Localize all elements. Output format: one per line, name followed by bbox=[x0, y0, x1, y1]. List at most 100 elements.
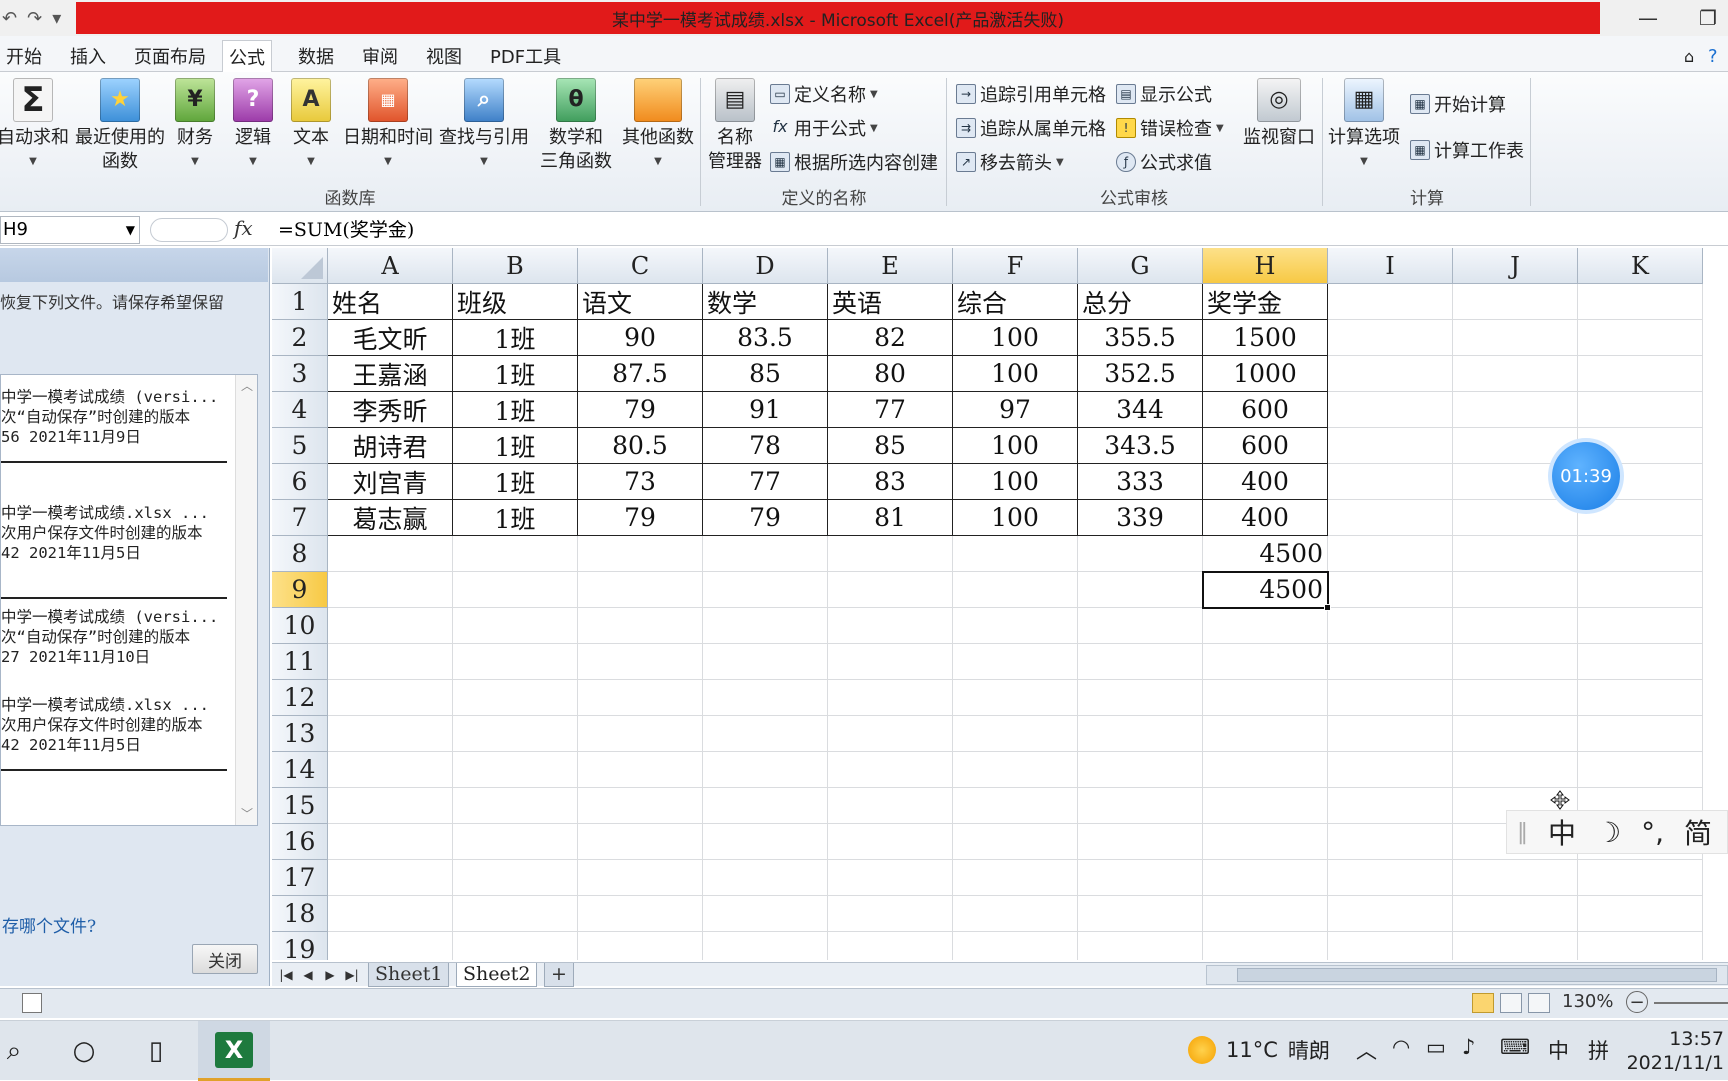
cell-h6[interactable]: 400 bbox=[1203, 464, 1328, 500]
cell-j18[interactable] bbox=[1453, 896, 1578, 932]
scroll-thumb[interactable] bbox=[1237, 968, 1717, 982]
cell-f14[interactable] bbox=[953, 752, 1078, 788]
cell-k14[interactable] bbox=[1578, 752, 1703, 788]
cell-c9[interactable] bbox=[578, 572, 703, 608]
cell-d8[interactable] bbox=[703, 536, 828, 572]
cell-d11[interactable] bbox=[703, 644, 828, 680]
cell-j12[interactable] bbox=[1453, 680, 1578, 716]
row-header-14[interactable]: 14 bbox=[272, 752, 328, 788]
tab-review[interactable]: 审阅 bbox=[356, 40, 404, 72]
cell-d1[interactable]: 数学 bbox=[703, 284, 828, 320]
cell-g14[interactable] bbox=[1078, 752, 1203, 788]
punctuation-toggle[interactable]: °, bbox=[1641, 816, 1664, 849]
cell-f12[interactable] bbox=[953, 680, 1078, 716]
cell-b10[interactable] bbox=[453, 608, 578, 644]
row-header-6[interactable]: 6 bbox=[272, 464, 328, 500]
row-header-11[interactable]: 11 bbox=[272, 644, 328, 680]
cell-h1[interactable]: 奖学金 bbox=[1203, 284, 1328, 320]
cell-c19[interactable] bbox=[578, 932, 703, 960]
cell-b15[interactable] bbox=[453, 788, 578, 824]
column-header-g[interactable]: G bbox=[1078, 248, 1203, 284]
recovery-question-link[interactable]: 存哪个文件? bbox=[2, 912, 96, 937]
cell-g12[interactable] bbox=[1078, 680, 1203, 716]
cell-e18[interactable] bbox=[828, 896, 953, 932]
cell-i4[interactable] bbox=[1328, 392, 1453, 428]
cell-a3[interactable]: 王嘉涵 bbox=[328, 356, 453, 392]
cell-j14[interactable] bbox=[1453, 752, 1578, 788]
cell-a14[interactable] bbox=[328, 752, 453, 788]
cell-f9[interactable] bbox=[953, 572, 1078, 608]
cell-h4[interactable]: 600 bbox=[1203, 392, 1328, 428]
cell-d2[interactable]: 83.5 bbox=[703, 320, 828, 356]
cell-a1[interactable]: 姓名 bbox=[328, 284, 453, 320]
fill-handle[interactable] bbox=[1324, 604, 1331, 611]
cell-b1[interactable]: 班级 bbox=[453, 284, 578, 320]
trace-dependents-button[interactable]: ⇉ 追踪从属单元格 bbox=[956, 114, 1106, 142]
cell-a9[interactable] bbox=[328, 572, 453, 608]
cell-h10[interactable] bbox=[1203, 608, 1328, 644]
lookup-reference-button[interactable]: ⌕ 查找与引用 ▼ bbox=[436, 78, 532, 174]
cell-g10[interactable] bbox=[1078, 608, 1203, 644]
cell-i8[interactable] bbox=[1328, 536, 1453, 572]
column-header-c[interactable]: C bbox=[578, 248, 703, 284]
scroll-down-icon[interactable]: ﹀ bbox=[236, 803, 257, 825]
row-header-17[interactable]: 17 bbox=[272, 860, 328, 896]
error-checking-button[interactable]: ! 错误检查 ▼ bbox=[1116, 114, 1224, 142]
ime-toolbar[interactable]: ‖ 中 ☽ °, 简 bbox=[1506, 810, 1728, 854]
cell-h14[interactable] bbox=[1203, 752, 1328, 788]
cell-d15[interactable] bbox=[703, 788, 828, 824]
redo-icon[interactable]: ↷ bbox=[25, 8, 44, 29]
chevron-down-icon[interactable]: ▼ bbox=[126, 217, 135, 243]
calculate-now-button[interactable]: ▦ 开始计算 bbox=[1410, 90, 1506, 118]
recording-timer[interactable]: 01:39 bbox=[1552, 442, 1620, 510]
maximize-button[interactable]: ❐ bbox=[1688, 4, 1728, 32]
cell-a4[interactable]: 李秀昕 bbox=[328, 392, 453, 428]
trace-precedents-button[interactable]: → 追踪引用单元格 bbox=[956, 80, 1106, 108]
system-clock[interactable]: 13:57 2021/11/1 bbox=[1620, 1027, 1728, 1075]
cell-i19[interactable] bbox=[1328, 932, 1453, 960]
cell-c17[interactable] bbox=[578, 860, 703, 896]
volume-icon[interactable]: ♪ bbox=[1462, 1035, 1475, 1059]
cell-e9[interactable] bbox=[828, 572, 953, 608]
cell-j2[interactable] bbox=[1453, 320, 1578, 356]
cell-j8[interactable] bbox=[1453, 536, 1578, 572]
cell-f5[interactable]: 100 bbox=[953, 428, 1078, 464]
column-header-a[interactable]: A bbox=[328, 248, 453, 284]
cell-c10[interactable] bbox=[578, 608, 703, 644]
cell-h5[interactable]: 600 bbox=[1203, 428, 1328, 464]
cell-g18[interactable] bbox=[1078, 896, 1203, 932]
cell-i5[interactable] bbox=[1328, 428, 1453, 464]
cell-f1[interactable]: 综合 bbox=[953, 284, 1078, 320]
cell-h2[interactable]: 1500 bbox=[1203, 320, 1328, 356]
cell-h9[interactable]: 4500 bbox=[1203, 572, 1328, 608]
task-view-icon[interactable]: ▯ bbox=[136, 1031, 176, 1071]
cell-g16[interactable] bbox=[1078, 824, 1203, 860]
row-header-7[interactable]: 7 bbox=[272, 500, 328, 536]
cell-b16[interactable] bbox=[453, 824, 578, 860]
cell-b12[interactable] bbox=[453, 680, 578, 716]
zoom-level[interactable]: 130% bbox=[1562, 991, 1613, 1012]
calculate-sheet-button[interactable]: ▦ 计算工作表 bbox=[1410, 136, 1524, 164]
first-sheet-icon[interactable]: |◀ bbox=[276, 963, 296, 987]
cell-c5[interactable]: 80.5 bbox=[578, 428, 703, 464]
cell-d6[interactable]: 77 bbox=[703, 464, 828, 500]
cell-c15[interactable] bbox=[578, 788, 703, 824]
recovery-file-item[interactable]: 中学一模考试成绩.xlsx ... 次用户保存文件时创建的版本 42 2021年… bbox=[1, 695, 227, 771]
cell-j10[interactable] bbox=[1453, 608, 1578, 644]
horizontal-scrollbar[interactable] bbox=[1206, 965, 1728, 985]
cell-k8[interactable] bbox=[1578, 536, 1703, 572]
cell-j11[interactable] bbox=[1453, 644, 1578, 680]
tab-home[interactable]: 开始 bbox=[0, 40, 48, 72]
cell-i13[interactable] bbox=[1328, 716, 1453, 752]
cell-b19[interactable] bbox=[453, 932, 578, 960]
cell-h16[interactable] bbox=[1203, 824, 1328, 860]
cell-a5[interactable]: 胡诗君 bbox=[328, 428, 453, 464]
cell-j3[interactable] bbox=[1453, 356, 1578, 392]
cell-f10[interactable] bbox=[953, 608, 1078, 644]
row-header-4[interactable]: 4 bbox=[272, 392, 328, 428]
keyboard-icon[interactable]: ⌨ bbox=[1500, 1035, 1530, 1059]
tab-formulas[interactable]: 公式 bbox=[222, 40, 272, 72]
remove-arrows-button[interactable]: ↗ 移去箭头 ▼ bbox=[956, 148, 1064, 176]
cell-a17[interactable] bbox=[328, 860, 453, 896]
recovery-list-scrollbar[interactable]: ︿ ﹀ bbox=[235, 375, 257, 825]
